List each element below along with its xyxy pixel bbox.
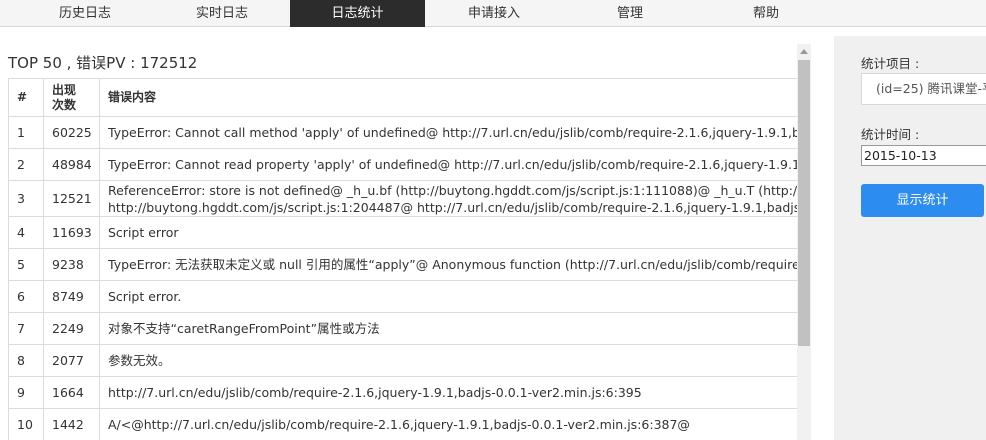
scrollbar-thumb[interactable] (798, 60, 810, 346)
row-message: TypeError: Cannot call method 'apply' of… (99, 116, 798, 149)
title-prefix: TOP 50 , 错误PV : (8, 54, 141, 72)
tab-apply-access[interactable]: 申请接入 (429, 0, 559, 27)
table-row: 6 8749 Script error. (8, 280, 798, 313)
row-message: TypeError: Cannot read property 'apply' … (99, 148, 798, 181)
row-rank: 10 (8, 408, 44, 440)
table-row: 10 1442 A/<@http://7.url.cn/edu/jslib/co… (8, 408, 798, 440)
top-nav: 历史日志 实时日志 日志统计 申请接入 管理 帮助 (0, 0, 986, 27)
row-rank: 6 (8, 280, 44, 313)
row-message: ReferenceError: store is not defined@ _h… (99, 180, 798, 217)
row-message: http://7.url.cn/edu/jslib/comb/require-2… (99, 376, 798, 409)
show-stats-button[interactable]: 显示统计 (861, 184, 984, 217)
row-rank: 3 (8, 180, 44, 217)
table-row: 7 2249 对象不支持“caretRangeFromPoint”属性或方法 (8, 312, 798, 345)
page-title: TOP 50 , 错误PV : 172512 (8, 52, 197, 73)
row-count: 2077 (43, 344, 100, 377)
header-message: 错误内容 (99, 78, 798, 117)
tab-manage[interactable]: 管理 (565, 0, 695, 27)
row-count: 11693 (43, 216, 100, 249)
tab-realtime-log[interactable]: 实时日志 (157, 0, 287, 27)
row-count: 1664 (43, 376, 100, 409)
row-message: 参数无效。 (99, 344, 798, 377)
row-message: Script error (99, 216, 798, 249)
table-row: 9 1664 http://7.url.cn/edu/jslib/comb/re… (8, 376, 798, 409)
table-row: 5 9238 TypeError: 无法获取未定义或 null 引用的属性“ap… (8, 248, 798, 281)
vertical-scrollbar[interactable] (797, 44, 811, 440)
row-rank: 4 (8, 216, 44, 249)
tab-help[interactable]: 帮助 (701, 0, 831, 27)
table-header-row: # 出现 次数 错误内容 (8, 78, 798, 117)
date-label: 统计时间 : (861, 127, 920, 142)
row-message: Script error. (99, 280, 798, 313)
header-rank: # (8, 78, 44, 117)
row-rank: 7 (8, 312, 44, 345)
tab-history-log[interactable]: 历史日志 (20, 0, 150, 27)
row-rank: 1 (8, 116, 44, 149)
row-count: 48984 (43, 148, 100, 181)
row-count: 2249 (43, 312, 100, 345)
table-row: 8 2077 参数无效。 (8, 344, 798, 377)
scroll-up-arrow-icon[interactable] (800, 49, 808, 54)
row-count: 60225 (43, 116, 100, 149)
row-count: 12521 (43, 180, 100, 217)
project-select[interactable]: (id=25) 腾讯课堂-平台 (861, 73, 986, 105)
table-row: 4 11693 Script error (8, 216, 798, 249)
stats-sidebar: 统计项目 : (id=25) 腾讯课堂-平台 统计时间 : 显示统计 (834, 36, 986, 440)
project-label: 统计项目 : (861, 56, 920, 71)
header-count: 出现 次数 (43, 78, 100, 117)
tab-log-stats[interactable]: 日志统计 (290, 0, 425, 27)
row-count: 8749 (43, 280, 100, 313)
table-row: 2 48984 TypeError: Cannot read property … (8, 148, 798, 181)
header-count-line1: 出现 (52, 82, 77, 97)
row-rank: 2 (8, 148, 44, 181)
row-count: 9238 (43, 248, 100, 281)
row-message: TypeError: 无法获取未定义或 null 引用的属性“apply”@ A… (99, 248, 798, 281)
row-count: 1442 (43, 408, 100, 440)
error-pv-value: 172512 (140, 54, 198, 72)
table-row: 1 60225 TypeError: Cannot call method 'a… (8, 116, 798, 149)
row-message: A/<@http://7.url.cn/edu/jslib/comb/requi… (99, 408, 798, 440)
table-row: 3 12521 ReferenceError: store is not def… (8, 180, 798, 217)
row-rank: 8 (8, 344, 44, 377)
stats-main-panel: TOP 50 , 错误PV : 172512 # 出现 次数 错误内容 1 602… (0, 28, 818, 440)
row-rank: 5 (8, 248, 44, 281)
header-count-line2: 次数 (52, 97, 77, 112)
row-rank: 9 (8, 376, 44, 409)
date-input[interactable] (861, 145, 986, 166)
error-table: # 出现 次数 错误内容 1 60225 TypeError: Cannot ca… (8, 78, 798, 440)
row-message: 对象不支持“caretRangeFromPoint”属性或方法 (99, 312, 798, 345)
